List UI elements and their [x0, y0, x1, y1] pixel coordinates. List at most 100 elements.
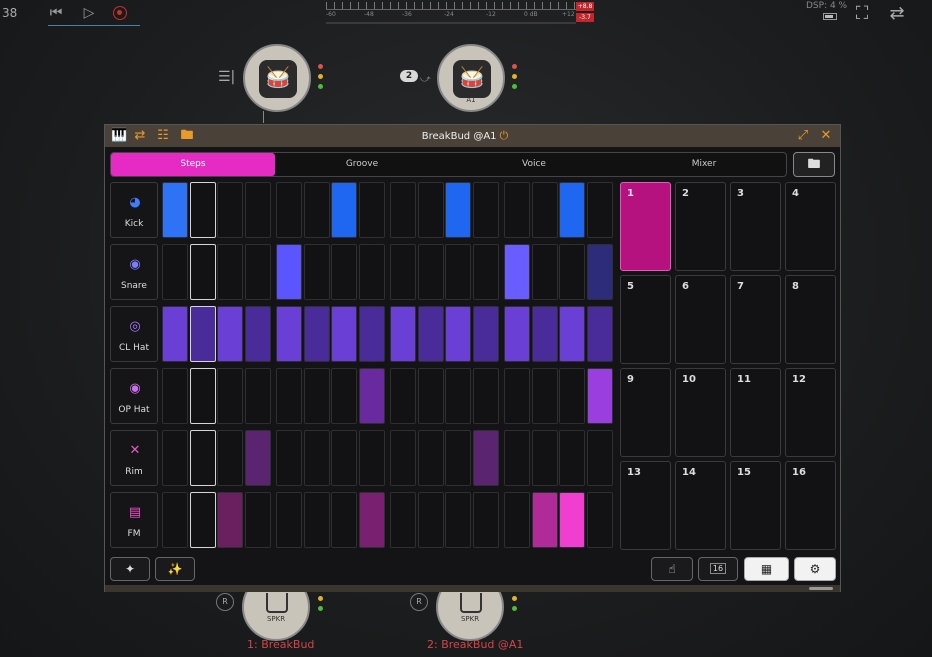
step-cell[interactable] — [244, 430, 271, 486]
step-cell[interactable] — [586, 492, 613, 548]
step-cell[interactable] — [445, 244, 471, 300]
step-cell[interactable] — [504, 182, 530, 238]
step-cell[interactable] — [358, 182, 385, 238]
settings-button[interactable]: ⚙ — [794, 557, 836, 581]
step-cell[interactable] — [559, 306, 585, 362]
step-cell[interactable] — [189, 492, 216, 548]
step-cell[interactable] — [390, 182, 416, 238]
step-cell[interactable] — [217, 492, 243, 548]
step-cell[interactable] — [217, 368, 243, 424]
step-cell[interactable] — [162, 368, 188, 424]
step-cell[interactable] — [586, 368, 613, 424]
step-cell[interactable] — [189, 368, 216, 424]
close-icon[interactable]: ✕ — [818, 128, 834, 144]
step-cell[interactable] — [417, 368, 444, 424]
step-cell[interactable] — [390, 244, 416, 300]
pattern-pad[interactable]: 12 — [785, 368, 836, 457]
play-icon[interactable]: ▷ — [79, 4, 99, 22]
step-cell[interactable] — [472, 244, 499, 300]
step-cell[interactable] — [504, 244, 530, 300]
routing-icon[interactable]: ⇄ — [132, 128, 148, 144]
step-cell[interactable] — [162, 182, 188, 238]
step-cell[interactable] — [445, 306, 471, 362]
step-cell[interactable] — [559, 182, 585, 238]
instrument-kick[interactable]: ◕ Kick — [110, 182, 158, 238]
step-cell[interactable] — [358, 368, 385, 424]
step-cell[interactable] — [472, 368, 499, 424]
step-cell[interactable] — [244, 492, 271, 548]
step-cell[interactable] — [559, 430, 585, 486]
record-icon[interactable] — [113, 6, 127, 20]
magic-wand-button[interactable]: ✨ — [155, 557, 195, 581]
pattern-pad[interactable]: 8 — [785, 275, 836, 364]
step-cell[interactable] — [276, 182, 302, 238]
step-cell[interactable] — [244, 306, 271, 362]
step-cell[interactable] — [531, 244, 558, 300]
sparkle-button[interactable]: ✦ — [110, 557, 150, 581]
step-cell[interactable] — [244, 368, 271, 424]
pattern-pad[interactable]: 2 — [675, 182, 726, 271]
pattern-pad[interactable]: 15 — [730, 461, 781, 550]
step-cell[interactable] — [189, 182, 216, 238]
step-cell[interactable] — [303, 244, 330, 300]
step-cell[interactable] — [276, 430, 302, 486]
step-cell[interactable] — [162, 306, 188, 362]
step-cell[interactable] — [358, 492, 385, 548]
midi-input-icon[interactable]: ☰| — [218, 69, 240, 87]
instrument-rim[interactable]: ✕ Rim — [110, 430, 158, 486]
step-cell[interactable] — [331, 306, 357, 362]
step-cell[interactable] — [531, 306, 558, 362]
step-cell[interactable] — [390, 306, 416, 362]
touch-button[interactable]: ☝ — [651, 557, 693, 581]
step-cell[interactable] — [559, 368, 585, 424]
step-cell[interactable] — [217, 244, 243, 300]
keyboard-icon[interactable]: 🎹 — [111, 128, 127, 144]
pattern-pad[interactable]: 6 — [675, 275, 726, 364]
pattern-pad[interactable]: 14 — [675, 461, 726, 550]
step-cell[interactable] — [417, 244, 444, 300]
step-cell[interactable] — [217, 182, 243, 238]
step-cell[interactable] — [445, 492, 471, 548]
step-cell[interactable] — [531, 368, 558, 424]
step-cell[interactable] — [217, 430, 243, 486]
step-cell[interactable] — [445, 430, 471, 486]
step-cell[interactable] — [504, 430, 530, 486]
step-cell[interactable] — [504, 306, 530, 362]
pattern-pad[interactable]: 3 — [730, 182, 781, 271]
step-cell[interactable] — [390, 368, 416, 424]
breakbud-node-1[interactable]: 🥁 — [243, 44, 311, 112]
step-cell[interactable] — [472, 430, 499, 486]
grid-view-button[interactable]: ▦ — [744, 557, 789, 581]
step-cell[interactable] — [559, 492, 585, 548]
routing-icon[interactable]: ⇄ — [887, 4, 907, 24]
step-cell[interactable] — [586, 430, 613, 486]
step-cell[interactable] — [586, 306, 613, 362]
step-cell[interactable] — [358, 430, 385, 486]
step-cell[interactable] — [276, 306, 302, 362]
step-cell[interactable] — [244, 244, 271, 300]
length-button[interactable]: 16 — [698, 557, 738, 581]
pattern-pad[interactable]: 5 — [620, 275, 671, 364]
instrument-snare[interactable]: ◉ Snare — [110, 244, 158, 300]
step-cell[interactable] — [417, 182, 444, 238]
step-cell[interactable] — [303, 430, 330, 486]
step-cell[interactable] — [472, 306, 499, 362]
instrument-op-hat[interactable]: ◉ OP Hat — [110, 368, 158, 424]
step-cell[interactable] — [162, 430, 188, 486]
step-cell[interactable] — [162, 492, 188, 548]
step-cell[interactable] — [276, 244, 302, 300]
pattern-pad[interactable]: 4 — [785, 182, 836, 271]
step-cell[interactable] — [358, 306, 385, 362]
step-cell[interactable] — [390, 430, 416, 486]
step-cell[interactable] — [559, 244, 585, 300]
pattern-pad[interactable]: 10 — [675, 368, 726, 457]
pattern-pad[interactable]: 13 — [620, 461, 671, 550]
tab-mixer[interactable]: Mixer — [619, 153, 789, 176]
step-cell[interactable] — [445, 182, 471, 238]
instrument-cl-hat[interactable]: ◎ CL Hat — [110, 306, 158, 362]
power-icon[interactable]: ⏻ — [500, 129, 509, 142]
resize-handle[interactable] — [809, 587, 833, 590]
bpm-readout[interactable]: 38 — [2, 6, 17, 20]
step-cell[interactable] — [586, 182, 613, 238]
step-cell[interactable] — [417, 306, 444, 362]
